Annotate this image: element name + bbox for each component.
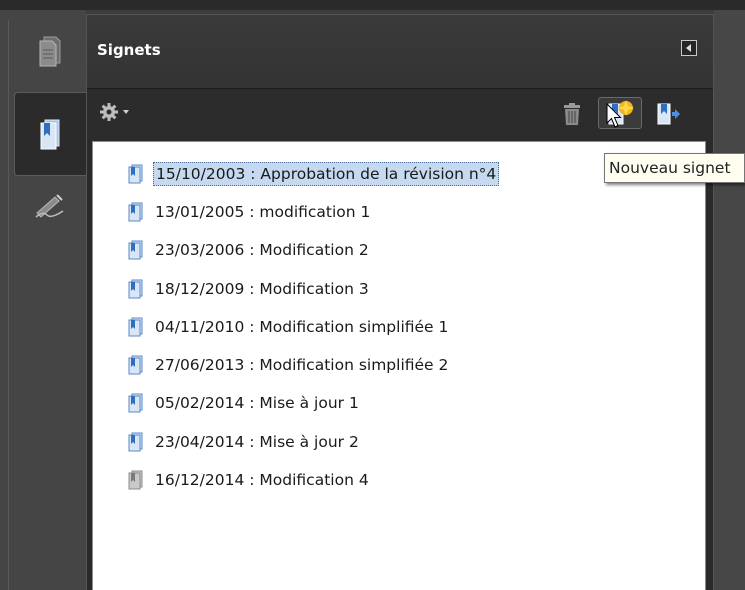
bookmark-label: 13/01/2005 : modification 1 — [155, 203, 371, 221]
bookmark-icon — [128, 202, 143, 222]
bookmarks-nav-button[interactable] — [14, 92, 86, 176]
bookmark-list[interactable]: 15/10/2003 : Approbation de la révision … — [92, 141, 706, 590]
pages-icon — [39, 36, 61, 67]
bookmark-icon — [128, 164, 143, 184]
bookmark-item[interactable]: 16/12/2014 : Modification 4 — [128, 466, 371, 494]
chevron-down-icon — [123, 110, 129, 114]
document-area-edge — [714, 10, 745, 590]
bookmark-item[interactable]: 05/02/2014 : Mise à jour 1 — [128, 389, 361, 417]
bookmark-icon — [128, 240, 143, 260]
navigation-pane — [0, 10, 86, 590]
bookmark-label: 23/04/2014 : Mise à jour 2 — [155, 433, 359, 451]
signature-pen-icon — [35, 194, 64, 218]
signatures-nav-button[interactable] — [14, 176, 86, 236]
bookmark-label: 05/02/2014 : Mise à jour 1 — [155, 394, 359, 412]
bookmark-item[interactable]: 13/01/2005 : modification 1 — [128, 198, 372, 226]
expand-bookmark-icon — [657, 103, 680, 125]
bookmark-icon — [128, 393, 143, 413]
bookmark-item[interactable]: 23/04/2014 : Mise à jour 2 — [128, 428, 361, 456]
divider — [8, 20, 9, 590]
bookmark-item[interactable]: 18/12/2009 : Modification 3 — [128, 275, 371, 303]
bookmark-icon — [128, 432, 143, 452]
bookmark-label: 27/06/2013 : Modification simplifiée 2 — [155, 356, 449, 374]
bookmark-label: 23/03/2006 : Modification 2 — [155, 241, 369, 259]
bookmark-label: 15/10/2003 : Approbation de la révision … — [153, 162, 500, 186]
pages-nav-button[interactable] — [14, 10, 86, 92]
bookmarks-icon — [40, 119, 59, 150]
bookmark-item[interactable]: 04/11/2010 : Modification simplifiée 1 — [128, 313, 450, 341]
bookmark-item[interactable]: 27/06/2013 : Modification simplifiée 2 — [128, 351, 450, 379]
bookmark-icon — [128, 279, 143, 299]
bookmark-label: 16/12/2014 : Modification 4 — [155, 471, 369, 489]
panel-header: Signets — [87, 15, 713, 89]
bookmark-icon — [128, 355, 143, 375]
top-band — [0, 0, 745, 10]
bookmarks-panel: Signets 15/10/2003: Approbation de la r… — [86, 14, 714, 590]
bookmark-label: 18/12/2009 : Modification 3 — [155, 280, 369, 298]
trash-icon — [564, 103, 580, 125]
gear-icon — [100, 103, 129, 121]
bookmark-icon — [128, 470, 143, 490]
tooltip: Nouveau signet — [604, 153, 745, 183]
panel-title: Signets — [97, 41, 161, 59]
options-menu-button[interactable] — [97, 99, 137, 125]
bookmark-item[interactable]: 23/03/2006 : Modification 2 — [128, 236, 371, 264]
bookmark-label: 04/11/2010 : Modification simplifiée 1 — [155, 318, 449, 336]
collapse-panel-button[interactable] — [681, 40, 697, 56]
mouse-cursor-icon — [606, 103, 622, 128]
expand-bookmark-button[interactable] — [653, 99, 683, 129]
bookmark-item[interactable]: 15/10/2003 : Approbation de la révision … — [128, 160, 500, 188]
bookmark-icon — [128, 317, 143, 337]
delete-bookmark-button[interactable] — [557, 99, 587, 129]
